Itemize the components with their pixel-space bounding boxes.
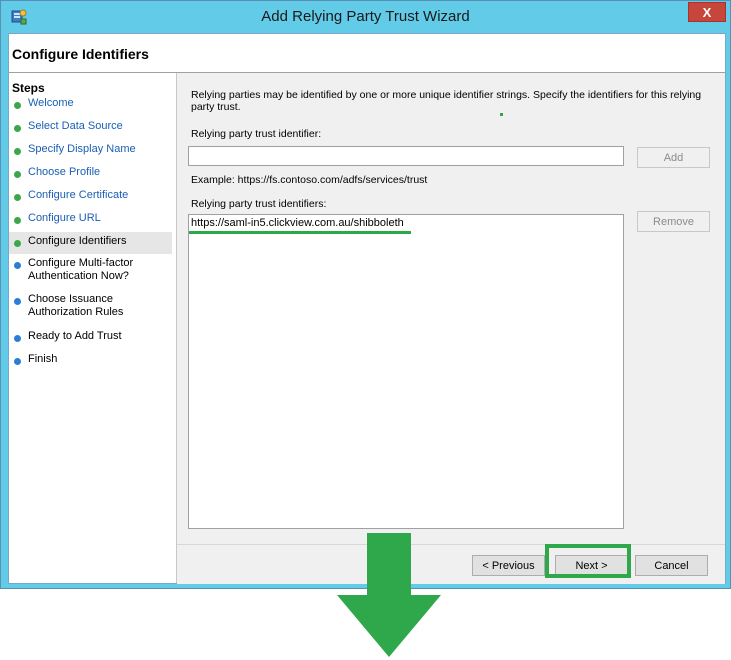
step-pending-dot-icon bbox=[14, 298, 21, 305]
wizard-window: Add Relying Party Trust Wizard X Configu… bbox=[0, 0, 731, 589]
step-complete-dot-icon bbox=[14, 171, 21, 178]
close-button[interactable]: X bbox=[688, 2, 726, 22]
step-complete-dot-icon bbox=[14, 102, 21, 109]
step-item: Configure URL bbox=[9, 209, 172, 231]
step-label: Configure Multi-factor Authentication No… bbox=[28, 257, 134, 282]
step-pending-dot-icon bbox=[14, 335, 21, 342]
identifiers-label: Relying party trust identifiers: bbox=[191, 198, 327, 210]
step-item: Choose Issuance Authorization Rules bbox=[9, 290, 172, 324]
step-label: Select Data Source bbox=[28, 120, 123, 132]
add-button[interactable]: Add bbox=[637, 147, 710, 168]
step-label: Welcome bbox=[28, 97, 74, 109]
step-pending-dot-icon bbox=[14, 262, 21, 269]
step-item: Ready to Add Trust bbox=[9, 327, 172, 349]
wizard-client-area: Configure Identifiers Steps Welcome Selec… bbox=[8, 33, 726, 584]
page-title: Configure Identifiers bbox=[12, 46, 149, 62]
step-complete-dot-icon bbox=[14, 240, 21, 247]
step-complete-dot-icon bbox=[14, 125, 21, 132]
next-button-highlight bbox=[545, 544, 631, 578]
step-label: Choose Issuance Authorization Rules bbox=[28, 293, 124, 318]
page-header: Configure Identifiers bbox=[9, 34, 725, 73]
identifier-label: Relying party trust identifier: bbox=[191, 128, 322, 140]
cancel-button[interactable]: Cancel bbox=[635, 555, 708, 576]
window-title: Add Relying Party Trust Wizard bbox=[261, 8, 470, 25]
step-label: Specify Display Name bbox=[28, 143, 136, 155]
step-label: Choose Profile bbox=[28, 166, 101, 178]
annotation-dot bbox=[500, 113, 503, 116]
title-bar[interactable]: Add Relying Party Trust Wizard X bbox=[1, 1, 730, 33]
step-item: Select Data Source bbox=[9, 117, 172, 139]
step-item: Choose Profile bbox=[9, 163, 172, 185]
identifier-highlight-underline bbox=[189, 231, 411, 234]
content-pane: Relying parties may be identified by one… bbox=[177, 73, 725, 544]
example-text: Example: https://fs.contoso.com/adfs/ser… bbox=[191, 174, 428, 186]
previous-button[interactable]: < Previous bbox=[472, 555, 545, 576]
step-item: Specify Display Name bbox=[9, 140, 172, 162]
step-item: Finish bbox=[9, 350, 172, 372]
step-label: Ready to Add Trust bbox=[28, 330, 122, 342]
step-pending-dot-icon bbox=[14, 358, 21, 365]
step-item: Configure Identifiers bbox=[9, 232, 172, 254]
step-label: Configure Identifiers bbox=[28, 235, 127, 247]
list-item[interactable]: https://saml-in5.clickview.com.au/shibbo… bbox=[191, 217, 404, 229]
step-complete-dot-icon bbox=[14, 217, 21, 224]
step-item: Configure Multi-factor Authentication No… bbox=[9, 254, 172, 288]
steps-pane: Steps Welcome Select Data Source Specify D… bbox=[9, 73, 177, 583]
step-complete-dot-icon bbox=[14, 148, 21, 155]
arrow-down-icon bbox=[337, 533, 441, 657]
step-item: Configure Certificate bbox=[9, 186, 172, 208]
step-label: Finish bbox=[28, 353, 58, 365]
step-label: Configure Certificate bbox=[28, 189, 129, 201]
remove-button[interactable]: Remove bbox=[637, 211, 710, 232]
step-complete-dot-icon bbox=[14, 194, 21, 201]
step-item: Welcome bbox=[9, 94, 172, 116]
identifiers-list[interactable]: https://saml-in5.clickview.com.au/shibbo… bbox=[188, 214, 624, 529]
step-label: Configure URL bbox=[28, 212, 101, 224]
button-bar: < Previous Next > Cancel bbox=[177, 544, 725, 584]
steps-title: Steps bbox=[12, 81, 45, 95]
description-text: Relying parties may be identified by one… bbox=[191, 89, 702, 113]
identifier-input[interactable] bbox=[188, 146, 624, 166]
